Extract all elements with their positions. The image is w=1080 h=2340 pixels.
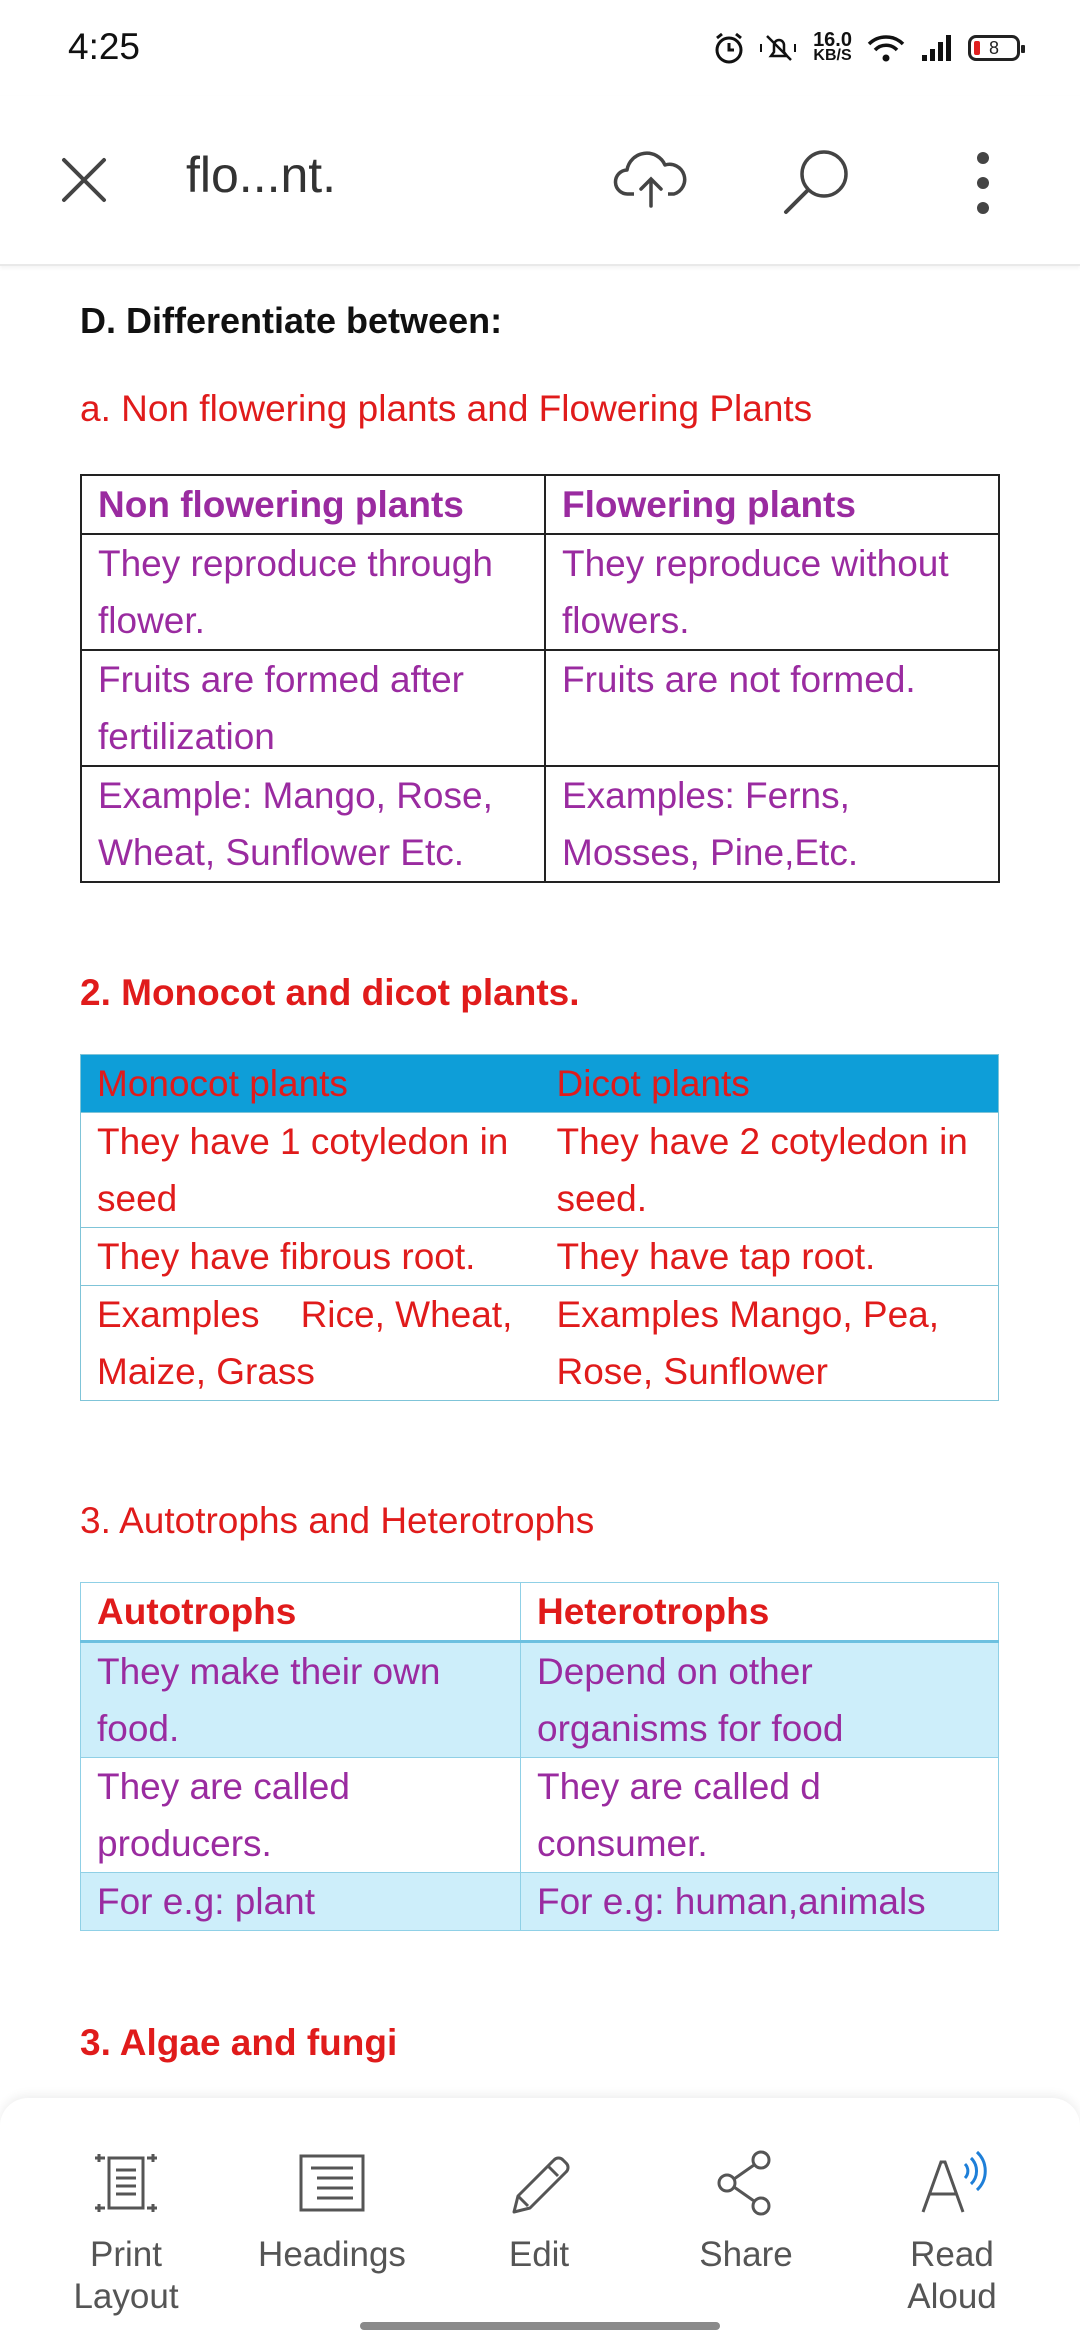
- toolbar-label: Print Layout: [73, 2235, 179, 2316]
- table-cell: They have 2 cotyledon in seed.: [540, 1112, 999, 1228]
- print-layout-icon: [95, 2154, 157, 2212]
- pencil-icon: [512, 2156, 570, 2214]
- table-header-cell: Dicot plants: [540, 1054, 999, 1113]
- app-bar: flo...nt.: [0, 96, 1080, 266]
- table-row: Example: Mango, Rose, Wheat, Sunflower E…: [80, 765, 1000, 883]
- bottom-toolbar: Print Layout Headings Edit Share Read Al…: [0, 2098, 1080, 2340]
- table-cell: They have tap root.: [540, 1227, 999, 1286]
- toolbar-label: Share: [699, 2235, 793, 2274]
- table-row: They reproduce through flower. They repr…: [80, 533, 1000, 651]
- table-row: Examples Rice, Wheat, Maize, Grass Examp…: [80, 1285, 999, 1401]
- signal-icon: [922, 35, 951, 61]
- read-aloud-button[interactable]: Read Aloud: [862, 2150, 1042, 2318]
- table-header-row: Monocot plants Dicot plants: [80, 1054, 999, 1113]
- table-cell: They are called d consumer.: [520, 1757, 999, 1873]
- alarm-icon: [715, 32, 743, 64]
- table-header-cell: Heterotrophs: [520, 1582, 999, 1643]
- toolbar-label: Read Aloud: [907, 2235, 997, 2316]
- table-row: They have fibrous root. They have tap ro…: [80, 1227, 999, 1286]
- subheading-c: 3. Autotrophs and Heterotrophs: [80, 1500, 595, 1541]
- home-indicator[interactable]: [360, 2322, 720, 2330]
- cloud-upload-icon[interactable]: [612, 148, 690, 212]
- table-row: They have 1 cotyledon in seed They have …: [80, 1112, 999, 1228]
- wifi-icon: [867, 35, 905, 62]
- edit-button[interactable]: Edit: [449, 2150, 629, 2276]
- subheading-d: 3. Algae and fungi: [80, 2022, 398, 2063]
- table-autotrophs-vs-heterotrophs: Autotrophs Heterotrophs They make their …: [80, 1582, 999, 1931]
- status-icons: 16.0 KB/S 8: [713, 28, 1025, 68]
- network-speed: 16.0 KB/S: [813, 29, 852, 64]
- table-cell: They are called producers.: [80, 1757, 521, 1873]
- table-header-cell: Flowering plants: [544, 474, 1000, 535]
- table-row: For e.g: plant For e.g: human,animals: [80, 1872, 999, 1931]
- table-cell: Examples: Ferns, Mosses, Pine,Etc.: [544, 765, 1000, 883]
- more-options-icon[interactable]: [968, 148, 998, 218]
- subheading-b: 2. Monocot and dicot plants.: [80, 972, 580, 1013]
- table-cell: They reproduce without flowers.: [544, 533, 1000, 651]
- table-cell: Fruits are formed after fertilization: [80, 649, 546, 767]
- table-non-flowering-vs-flowering: Non flowering plants Flowering plants Th…: [80, 474, 1000, 883]
- table-cell: Example: Mango, Rose, Wheat, Sunflower E…: [80, 765, 546, 883]
- headings-icon: [299, 2154, 365, 2212]
- table-cell: They have fibrous root.: [80, 1227, 541, 1286]
- table-header-row: Non flowering plants Flowering plants: [80, 474, 1000, 535]
- toolbar-label: Edit: [508, 2235, 570, 2274]
- read-aloud-icon: [921, 2150, 987, 2213]
- mute-bell-icon: [760, 35, 797, 61]
- table-header-cell: Monocot plants: [80, 1054, 541, 1113]
- table-monocot-vs-dicot: Monocot plants Dicot plants They have 1 …: [80, 1054, 999, 1401]
- subheading-a: a. Non flowering plants and Flowering Pl…: [80, 388, 813, 429]
- table-cell: Depend on other organisms for food: [520, 1641, 999, 1758]
- table-cell: Examples Mango, Pea, Rose, Sunflower: [540, 1285, 999, 1401]
- table-cell: For e.g: plant: [80, 1872, 521, 1931]
- section-heading: D. Differentiate between:: [80, 300, 503, 341]
- share-icon: [717, 2150, 771, 2216]
- table-header-row: Autotrophs Heterotrophs: [80, 1582, 999, 1643]
- close-icon[interactable]: [56, 152, 112, 208]
- status-bar: 4:25 16.0 KB/S 8: [0, 0, 1080, 96]
- document-title: flo...nt.: [186, 147, 337, 203]
- search-icon[interactable]: [780, 146, 854, 220]
- table-row: They make their own food. Depend on othe…: [80, 1641, 999, 1758]
- toolbar-label: Headings: [258, 2235, 406, 2274]
- print-layout-button[interactable]: Print Layout: [36, 2150, 216, 2318]
- table-cell: Examples Rice, Wheat, Maize, Grass: [80, 1285, 541, 1401]
- table-cell: They have 1 cotyledon in seed: [80, 1112, 541, 1228]
- table-row: Fruits are formed after fertilization Fr…: [80, 649, 1000, 767]
- table-header-cell: Non flowering plants: [80, 474, 546, 535]
- table-cell: Fruits are not formed.: [544, 649, 1000, 767]
- share-button[interactable]: Share: [656, 2150, 836, 2276]
- table-cell: For e.g: human,animals: [520, 1872, 999, 1931]
- headings-button[interactable]: Headings: [242, 2150, 422, 2276]
- table-row: They are called producers. They are call…: [80, 1757, 999, 1873]
- table-cell: They make their own food.: [80, 1641, 521, 1758]
- status-time: 4:25: [68, 26, 141, 67]
- battery-indicator: 8: [968, 35, 1025, 61]
- table-cell: They reproduce through flower.: [80, 533, 546, 651]
- table-header-cell: Autotrophs: [80, 1582, 521, 1643]
